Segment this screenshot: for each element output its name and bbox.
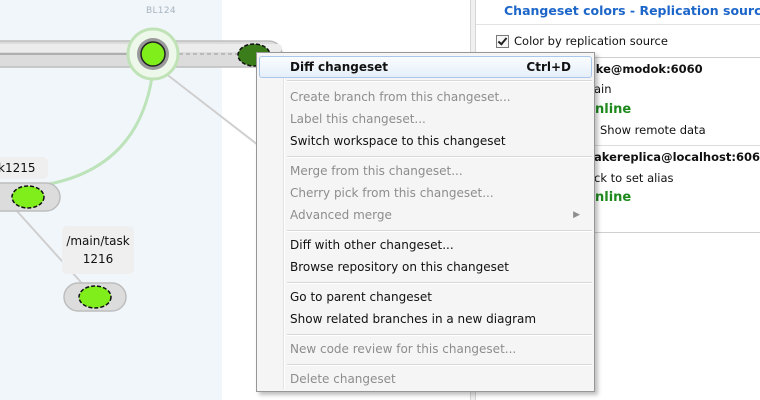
- menu-item-label: Browse repository on this changeset: [290, 260, 509, 274]
- branch-label-path: /main/task: [66, 234, 130, 248]
- branch-label-text: k1215: [0, 161, 36, 175]
- menu-separator: [287, 364, 592, 366]
- menu-separator: [287, 282, 592, 284]
- menu-item-label: Merge from this changeset...: [290, 164, 463, 178]
- panel-title: Changeset colors - Replication sources: [504, 3, 760, 18]
- menu-item-label: Create branch from this changeset...: [290, 90, 511, 104]
- show-remote-data-link[interactable]: Show remote data: [600, 123, 706, 137]
- menu-item-label: New code review for this changeset...: [290, 342, 517, 356]
- source-server-2: akereplica@localhost:6060: [594, 150, 760, 164]
- source-status-1: nline: [595, 102, 632, 117]
- menu-item-switch-workspace[interactable]: Switch workspace to this changeset: [259, 130, 592, 152]
- menu-item-new-code-review[interactable]: New code review for this changeset...: [259, 338, 592, 360]
- chevron-right-icon: ▶: [573, 210, 580, 220]
- menu-item-label-changeset[interactable]: Label this changeset...: [259, 108, 592, 130]
- branch-label-task1215[interactable]: k1215: [0, 157, 48, 179]
- menu-separator: [287, 156, 592, 158]
- menu-item-label: Cherry pick from this changeset...: [290, 186, 494, 200]
- task1216-changeset[interactable]: [78, 285, 112, 309]
- branch-label-task1216[interactable]: /main/task 1216: [62, 226, 134, 274]
- source-status-2: nline: [595, 190, 632, 205]
- menu-item-browse-repository[interactable]: Browse repository on this changeset: [259, 256, 592, 278]
- menu-separator: [287, 334, 592, 336]
- menu-item-label: Switch workspace to this changeset: [290, 134, 506, 148]
- menu-item-show-related-branches[interactable]: Show related branches in a new diagram: [259, 308, 592, 330]
- menu-item-cherry-pick[interactable]: Cherry pick from this changeset...: [259, 182, 592, 204]
- menu-item-go-to-parent[interactable]: Go to parent changeset: [259, 286, 592, 308]
- menu-item-advanced-merge[interactable]: Advanced merge ▶: [259, 204, 592, 226]
- menu-item-delete-changeset[interactable]: Delete changeset: [259, 368, 592, 390]
- color-by-source-label: Color by replication source: [514, 34, 668, 48]
- changeset-context-menu: Diff changeset Ctrl+D Create branch from…: [256, 52, 595, 392]
- branch-label-number: 1216: [82, 252, 114, 266]
- color-by-source-checkbox[interactable]: [496, 34, 509, 48]
- color-by-source-row[interactable]: Color by replication source: [496, 34, 668, 48]
- menu-item-create-branch[interactable]: Create branch from this changeset...: [259, 86, 592, 108]
- source-alias-hint-2[interactable]: ck to set alias: [594, 171, 674, 185]
- menu-item-label: Advanced merge: [290, 208, 392, 222]
- menu-item-label: Go to parent changeset: [290, 290, 432, 304]
- parent-link-task1215: [29, 69, 155, 189]
- menu-item-merge-from[interactable]: Merge from this changeset...: [259, 160, 592, 182]
- menu-item-shortcut: Ctrl+D: [526, 60, 571, 74]
- selected-changeset[interactable]: [140, 41, 166, 67]
- menu-separator: [287, 80, 592, 82]
- divider: [476, 24, 760, 25]
- menu-item-label: Diff with other changeset...: [290, 238, 454, 252]
- source-branch-1: ain: [594, 82, 612, 96]
- menu-item-label: Delete changeset: [290, 372, 396, 386]
- menu-item-label: Label this changeset...: [290, 112, 426, 126]
- parent-link-diagonal: [164, 72, 259, 146]
- source-server-1: ake@modok:6060: [588, 62, 703, 76]
- menu-item-diff-with-other[interactable]: Diff with other changeset...: [259, 234, 592, 256]
- menu-item-label: Show related branches in a new diagram: [290, 312, 537, 326]
- task1215-changeset[interactable]: [11, 185, 45, 209]
- menu-item-label: Diff changeset: [290, 60, 389, 74]
- menu-separator: [287, 230, 592, 232]
- menu-item-diff-changeset[interactable]: Diff changeset Ctrl+D: [259, 56, 592, 78]
